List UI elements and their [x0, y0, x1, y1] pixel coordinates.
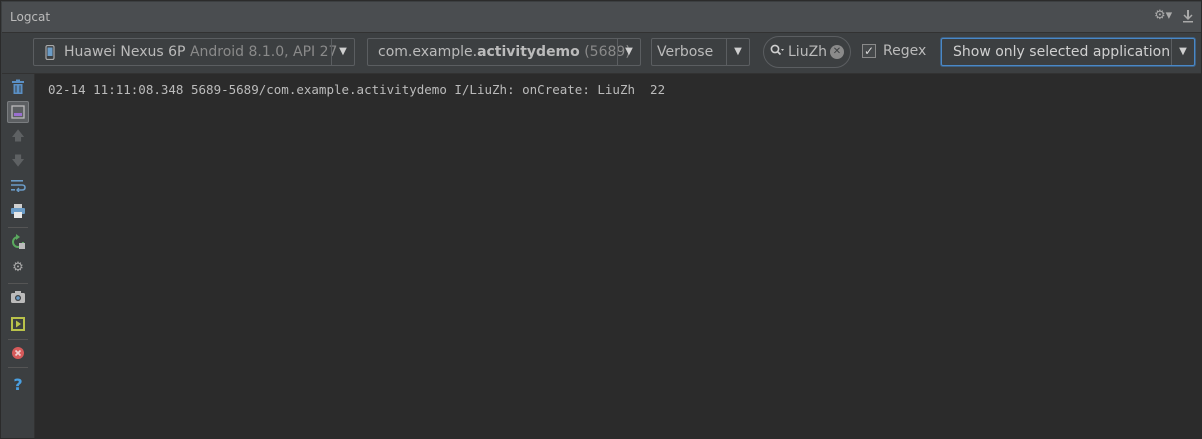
device-name: Huawei Nexus 6P [64, 44, 186, 60]
scroll-to-end-icon[interactable] [7, 101, 29, 123]
screen-record-icon[interactable] [9, 316, 27, 334]
hide-panel-icon[interactable] [1182, 9, 1194, 27]
title-bar: Logcat ⚙▾ [2, 2, 1201, 33]
print-icon[interactable] [9, 203, 27, 221]
down-arrow-icon[interactable]: 🡇 [9, 153, 27, 171]
left-action-bar: 🡅 🡇 ⚙ ? [2, 74, 35, 438]
logcat-window: Logcat ⚙▾ Huawei Nexus 6P Android 8.1.0,… [0, 0, 1202, 439]
filter-dropdown[interactable]: Show only selected application ▼ [941, 38, 1195, 66]
device-detail: Android 8.1.0, API 27 [189, 44, 338, 60]
up-arrow-icon[interactable]: 🡅 [9, 128, 27, 146]
chevron-down-icon[interactable]: ▼ [726, 39, 749, 65]
soft-wrap-icon[interactable] [9, 178, 27, 196]
screen-capture-icon[interactable] [9, 290, 27, 308]
chevron-down-icon[interactable]: ▼ [331, 39, 354, 65]
log-output-area[interactable]: 02-14 11:11:08.348 5689-5689/com.example… [35, 74, 1201, 438]
chevron-down-icon[interactable]: ▼ [617, 39, 640, 65]
phone-icon [45, 44, 55, 64]
regex-label: Regex [883, 43, 927, 59]
separator [8, 339, 28, 340]
log-level-value: Verbose [657, 44, 714, 60]
clear-search-icon[interactable]: ✕ [830, 45, 844, 59]
filter-value: Show only selected application [953, 44, 1171, 60]
process-name: activitydemo [477, 44, 580, 60]
separator [8, 227, 28, 228]
log-line: 02-14 11:11:08.348 5689-5689/com.example… [48, 82, 666, 97]
checkbox-check-icon[interactable]: ✓ [862, 44, 876, 58]
search-icon[interactable] [770, 44, 784, 61]
help-icon[interactable]: ? [9, 376, 27, 394]
settings-icon[interactable]: ⚙ [9, 259, 27, 277]
window-title: Logcat [10, 10, 51, 24]
process-prefix: com.example. [378, 44, 478, 60]
separator [8, 283, 28, 284]
search-input[interactable]: LiuZh [788, 44, 827, 60]
restart-icon[interactable] [9, 234, 27, 252]
trash-icon[interactable] [9, 79, 27, 97]
stop-icon[interactable] [9, 346, 27, 364]
device-dropdown[interactable]: Huawei Nexus 6P Android 8.1.0, API 27 ▼ [33, 38, 355, 66]
log-level-dropdown[interactable]: Verbose ▼ [651, 38, 750, 66]
process-dropdown[interactable]: com.example.activitydemo (5689) ▼ [367, 38, 641, 66]
chevron-down-icon[interactable]: ▼ [1171, 39, 1194, 65]
gear-icon[interactable]: ⚙▾ [1154, 9, 1172, 23]
search-field[interactable]: LiuZh ✕ [763, 36, 851, 68]
separator [8, 367, 28, 368]
toolbar: Huawei Nexus 6P Android 8.1.0, API 27 ▼ … [2, 33, 1201, 74]
